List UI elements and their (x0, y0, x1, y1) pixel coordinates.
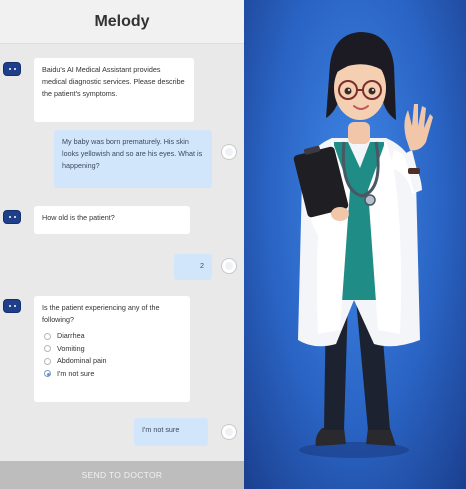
option-diarrhea[interactable]: Diarrhea (42, 330, 182, 343)
message-bubble-bot: Is the patient experiencing any of the f… (34, 296, 190, 402)
option-label: Diarrhea (57, 331, 85, 341)
message-bubble-user: My baby was born prematurely. His skin l… (54, 130, 212, 188)
radio-button[interactable] (44, 345, 51, 353)
message-text: Baidu's AI Medical Assistant provides me… (42, 65, 185, 98)
message-bubble-user: I'm not sure (134, 418, 208, 446)
message-text: I'm not sure (142, 425, 180, 434)
chat-panel: Melody Baidu's AI Medical Assistant prov… (0, 0, 244, 489)
send-to-doctor-button[interactable]: SEND TO DOCTOR (0, 461, 244, 489)
message-text: My baby was born prematurely. His skin l… (62, 137, 203, 170)
option-vomiting[interactable]: Vomiting (42, 343, 182, 356)
message-text: Is the patient experiencing any of the f… (42, 303, 160, 324)
option-not-sure[interactable]: I'm not sure (42, 368, 182, 381)
option-label: Vomiting (57, 343, 85, 353)
option-label: Abdominal pain (57, 356, 107, 366)
option-label: I'm not sure (57, 368, 95, 378)
user-avatar-icon (221, 144, 237, 160)
doctor-illustration (293, 32, 433, 458)
page-title: Melody (94, 12, 150, 30)
message-text: How old is the patient? (42, 213, 115, 222)
radio-button[interactable] (44, 357, 51, 365)
radio-button-selected[interactable] (44, 370, 51, 378)
message-bubble-user: 2 (174, 254, 212, 280)
message-bubble-bot: Baidu's AI Medical Assistant provides me… (34, 58, 194, 122)
robot-icon (3, 62, 21, 76)
options-list: Diarrhea Vomiting Abdominal pain I'm not… (42, 330, 182, 380)
chat-header: Melody (0, 0, 244, 44)
message-text: 2 (200, 261, 204, 270)
option-abdominal-pain[interactable]: Abdominal pain (42, 355, 182, 368)
doctor-illustration-panel (244, 0, 466, 489)
user-avatar-icon (221, 258, 237, 274)
message-bubble-bot: How old is the patient? (34, 206, 190, 234)
robot-icon (3, 210, 21, 224)
radio-button[interactable] (44, 332, 51, 340)
robot-icon (3, 299, 21, 313)
user-avatar-icon (221, 424, 237, 440)
